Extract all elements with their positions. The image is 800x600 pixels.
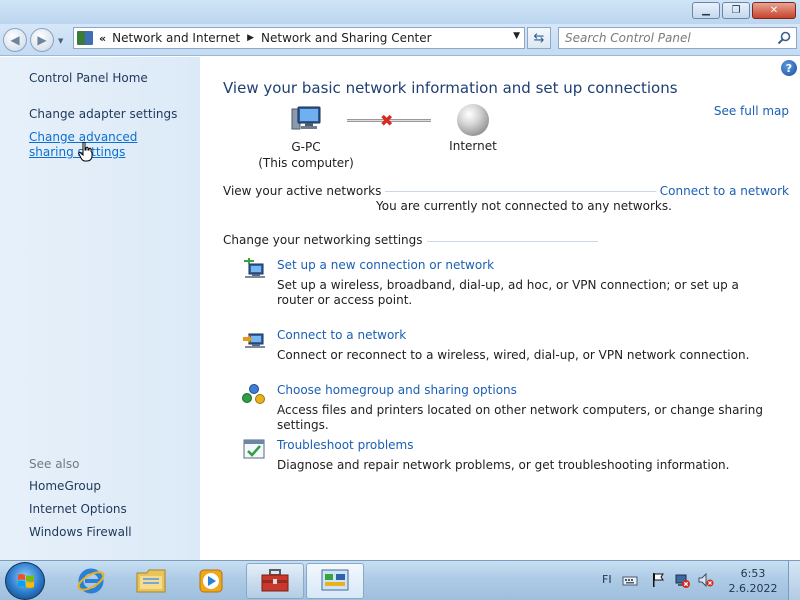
task-title-new-connection[interactable]: Set up a new connection or network xyxy=(277,258,494,272)
recent-pages-dropdown[interactable]: ▼ xyxy=(58,37,63,45)
computer-name: G-PC xyxy=(291,140,321,154)
folder-icon xyxy=(136,569,166,593)
see-also-heading: See also xyxy=(29,457,80,471)
input-language-indicator[interactable]: FI xyxy=(602,573,612,586)
close-button[interactable]: ✕ xyxy=(752,2,796,19)
see-full-map-link[interactable]: See full map xyxy=(714,104,789,118)
main-content: ? View your basic network information an… xyxy=(200,57,800,560)
network-disconnected-icon[interactable] xyxy=(674,572,690,588)
show-desktop-button[interactable] xyxy=(788,561,800,600)
breadcrumb-separator-icon[interactable]: ▶ xyxy=(247,33,254,43)
networking-settings-heading: Change your networking settings xyxy=(223,233,427,247)
forward-button[interactable]: ▶ xyxy=(30,28,54,52)
taskbar: FI 6:53 2.6.2022 xyxy=(0,560,800,600)
taskbar-media-player[interactable] xyxy=(182,563,240,599)
taskbar-control-panel[interactable] xyxy=(306,563,364,599)
help-icon[interactable]: ? xyxy=(781,60,797,76)
connect-to-network-link[interactable]: Connect to a network xyxy=(655,184,789,198)
sidebar-item-homegroup[interactable]: HomeGroup xyxy=(29,479,101,493)
divider xyxy=(350,191,670,192)
homegroup-icon[interactable] xyxy=(241,383,267,407)
task-desc-troubleshoot: Diagnose and repair network problems, or… xyxy=(277,458,730,472)
left-navigation-pane: Control Panel Home Change adapter settin… xyxy=(0,57,200,560)
internet-globe-icon[interactable] xyxy=(457,104,489,136)
troubleshoot-icon[interactable] xyxy=(241,438,267,462)
task-desc-homegroup: Access files and printers located on oth… xyxy=(277,403,763,432)
start-button[interactable] xyxy=(5,562,45,600)
disconnected-x-icon[interactable]: ✖ xyxy=(380,113,393,129)
connection-status-text: You are currently not connected to any n… xyxy=(376,199,672,213)
task-desc-new-connection: Set up a wireless, broadband, dial-up, a… xyxy=(277,278,739,307)
address-dropdown-icon[interactable]: ▼ xyxy=(513,31,520,41)
sidebar-item-internet-options[interactable]: Internet Options xyxy=(29,502,127,516)
internet-explorer-icon xyxy=(77,568,105,594)
search-box[interactable] xyxy=(558,27,797,49)
toolbox-icon xyxy=(261,569,289,592)
windows-logo-icon xyxy=(18,574,34,588)
hand-pointer-cursor-icon xyxy=(78,142,93,162)
action-center-flag-icon[interactable] xyxy=(650,572,666,588)
internet-label: Internet xyxy=(449,139,497,153)
sidebar-item-control-panel-home[interactable]: Control Panel Home xyxy=(29,71,148,85)
search-icon[interactable] xyxy=(777,31,791,45)
media-player-icon xyxy=(199,569,223,593)
sidebar-item-change-adapter-settings[interactable]: Change adapter settings xyxy=(29,107,177,121)
clock-time: 6:53 xyxy=(740,567,766,580)
page-title: View your basic network information and … xyxy=(223,79,678,97)
taskbar-internet-explorer[interactable] xyxy=(62,563,120,599)
maximize-button[interactable]: ❐ xyxy=(722,2,750,19)
control-panel-icon xyxy=(321,569,349,591)
taskbar-windows-explorer[interactable] xyxy=(122,563,180,599)
connect-network-icon[interactable] xyxy=(241,328,267,352)
minimize-button[interactable]: ▁ xyxy=(692,2,720,19)
task-title-troubleshoot[interactable]: Troubleshoot problems xyxy=(277,438,413,452)
sidebar-item-windows-firewall[interactable]: Windows Firewall xyxy=(29,525,132,539)
task-title-connect-network[interactable]: Connect to a network xyxy=(277,328,406,342)
search-input[interactable] xyxy=(565,31,775,45)
computer-subtitle: (This computer) xyxy=(258,156,354,170)
volume-muted-icon[interactable] xyxy=(698,572,714,588)
refresh-button[interactable]: ⇆ xyxy=(527,27,551,49)
clock-date: 2.6.2022 xyxy=(728,582,778,595)
window-titlebar: ▁ ❐ ✕ xyxy=(0,0,800,24)
back-button[interactable]: ◀ xyxy=(3,28,27,52)
keyboard-icon[interactable] xyxy=(622,572,638,588)
new-connection-icon[interactable] xyxy=(241,258,267,282)
breadcrumb-network-sharing-center[interactable]: Network and Sharing Center xyxy=(261,31,432,45)
taskbar-toolbox-app[interactable] xyxy=(246,563,304,599)
address-bar[interactable]: « Network and Internet ▶ Network and Sha… xyxy=(73,27,525,49)
task-title-homegroup[interactable]: Choose homegroup and sharing options xyxy=(277,383,517,397)
active-networks-heading: View your active networks xyxy=(223,184,386,198)
task-desc-connect-network: Connect or reconnect to a wireless, wire… xyxy=(277,348,750,362)
sidebar-item-change-advanced-sharing-settings[interactable]: Change advanced sharing settings xyxy=(29,130,179,160)
control-panel-icon xyxy=(77,31,93,45)
computer-icon[interactable] xyxy=(290,105,322,133)
breadcrumb-network-and-internet[interactable]: Network and Internet xyxy=(112,31,240,45)
computer-label: G-PC (This computer) xyxy=(255,139,357,171)
hidden-crumbs-chevron[interactable]: « xyxy=(99,32,106,45)
system-clock[interactable]: 6:53 2.6.2022 xyxy=(726,566,780,596)
